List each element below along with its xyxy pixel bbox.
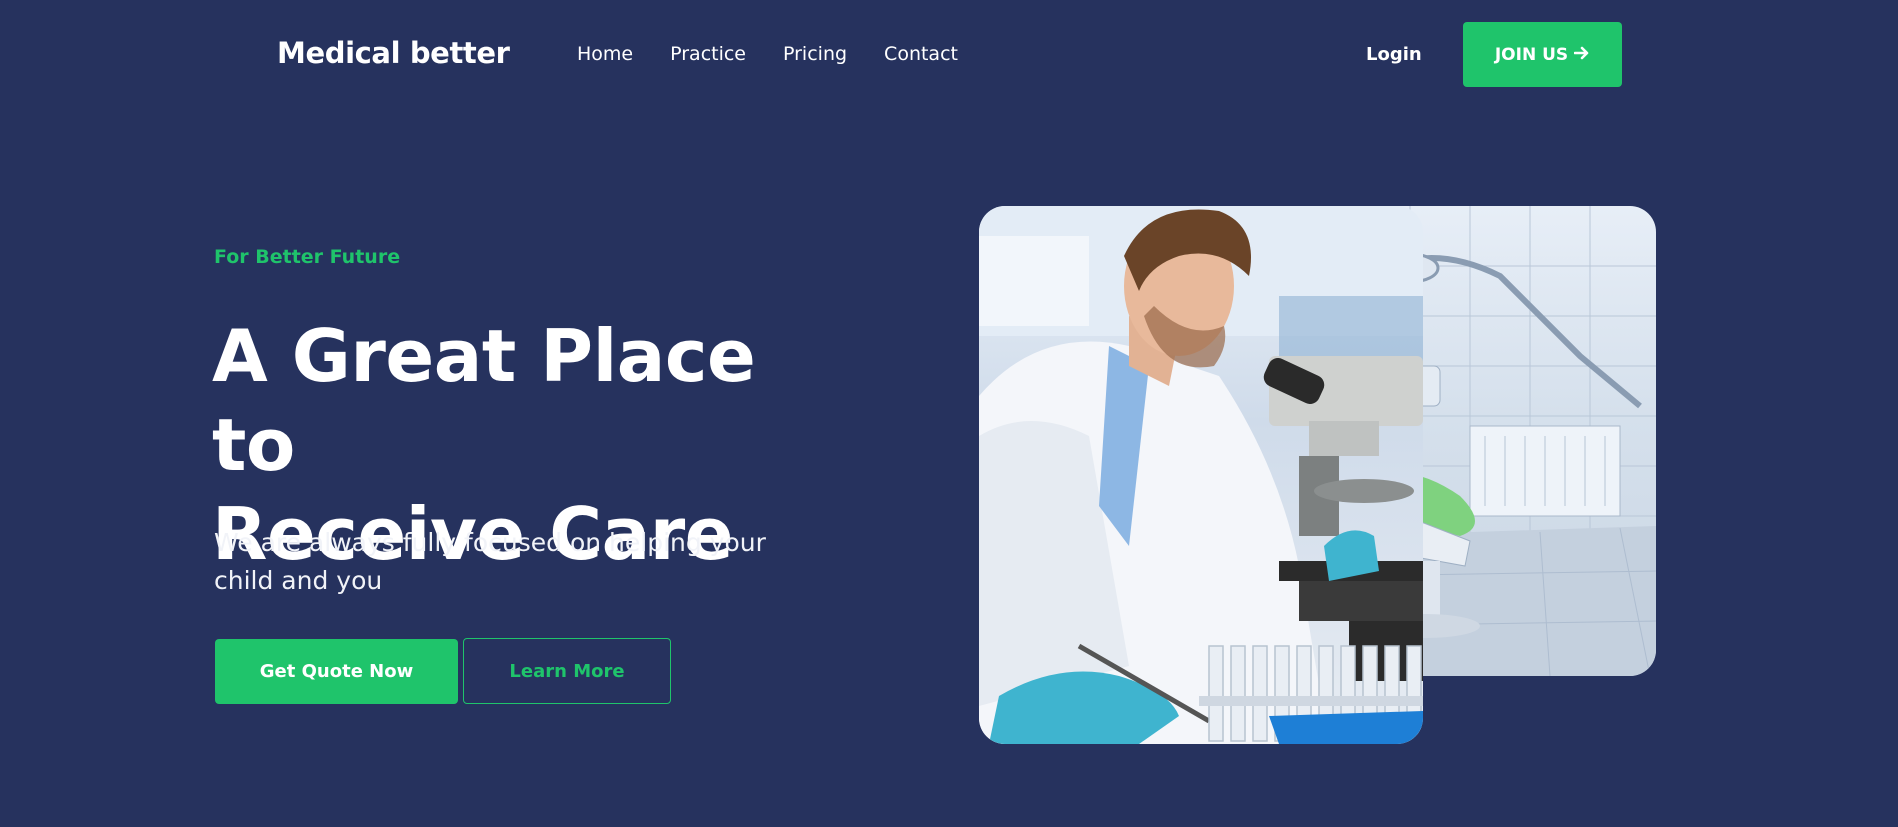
nav-practice[interactable]: Practice xyxy=(670,43,746,65)
nav-contact[interactable]: Contact xyxy=(884,43,958,65)
arrow-right-icon xyxy=(1573,44,1590,65)
nav-pricing[interactable]: Pricing xyxy=(783,43,847,65)
scientist-microscope-photo xyxy=(979,206,1423,744)
site-header: Medical better Home Practice Pricing Con… xyxy=(0,0,1898,110)
hero-kicker: For Better Future xyxy=(214,246,401,268)
get-quote-button[interactable]: Get Quote Now xyxy=(215,639,458,704)
login-link[interactable]: Login xyxy=(1366,44,1422,65)
join-us-label: JOIN US xyxy=(1494,44,1569,65)
nav-home[interactable]: Home xyxy=(577,43,633,65)
join-us-button[interactable]: JOIN US xyxy=(1463,22,1622,87)
main-nav: Home Practice Pricing Contact xyxy=(577,43,995,65)
learn-more-button[interactable]: Learn More xyxy=(463,638,671,704)
headline-line-1: A Great Place to xyxy=(212,314,756,487)
brand-logo[interactable]: Medical better xyxy=(277,36,510,70)
hero-subtitle: We are always fully focused on helping y… xyxy=(214,528,766,595)
